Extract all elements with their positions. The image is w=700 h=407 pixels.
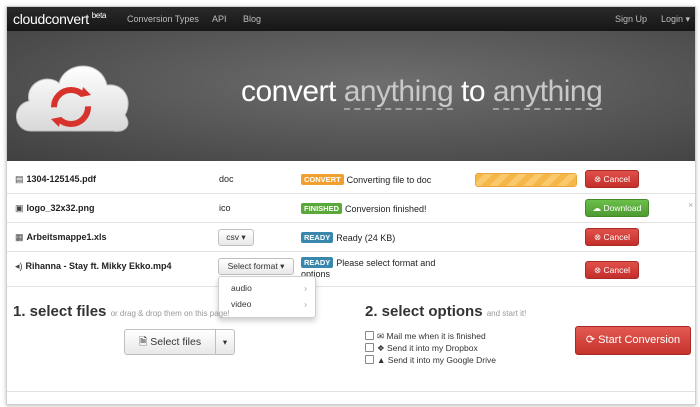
brand-name: cloudconvert <box>13 11 89 27</box>
dropdown-item-audio[interactable]: audio › <box>219 281 315 295</box>
nav-conversion-types[interactable]: Conversion Types <box>127 14 199 24</box>
select-files-heading: 1. select files or drag & drop them on t… <box>13 303 230 320</box>
status-text: Ready (24 KB) <box>336 233 396 243</box>
file-name: logo_32x32.png <box>26 203 95 213</box>
option-google-drive[interactable]: ▲ Send it into my Google Drive <box>365 355 496 365</box>
dropbox-icon: ❖ <box>377 343 385 353</box>
cancel-icon: ⊗ <box>594 265 602 275</box>
download-button[interactable]: ☁ Download <box>585 199 649 217</box>
file-row-xls: ▦ Arbeitsmappe1.xls csv ▾ READY Ready (24 … <box>7 223 695 252</box>
file-name-cell: ▣ logo_32x32.png <box>15 203 95 214</box>
select-options-heading: 2. select options and start it! <box>365 303 526 320</box>
target-format: ico <box>219 203 231 213</box>
dropdown-item-label: video <box>231 299 252 309</box>
document-icon: ▤ <box>15 174 24 184</box>
app-window: cloudconvert beta Conversion Types API Bl… <box>6 6 696 405</box>
select-files-hint: or drag & drop them on this page! <box>110 309 230 318</box>
nav-api[interactable]: API <box>212 14 227 24</box>
file-row-pdf: ▤ 1304-125145.pdf doc CONVERT Converting f… <box>7 165 695 194</box>
speaker-icon: ◂) <box>15 261 23 271</box>
select-options-title: 2. select options <box>365 303 483 320</box>
nav-blog[interactable]: Blog <box>243 14 261 24</box>
refresh-icon: ⟳ <box>585 334 596 346</box>
format-dropdown-menu: audio › video › <box>218 276 316 318</box>
status-cell: READY Ready (24 KB) <box>301 232 441 244</box>
file-row-mp4: ◂) Rihanna - Stay ft. Mikky Ekko.mp4 Sele… <box>7 252 695 287</box>
brand-logo[interactable]: cloudconvert beta <box>13 11 106 27</box>
chevron-down-icon: ▾ <box>685 14 691 24</box>
cloud-convert-icon <box>16 65 129 132</box>
format-select[interactable]: Select format ▾ <box>218 258 294 275</box>
status-text: Converting file to doc <box>346 175 432 185</box>
cancel-label: Cancel <box>603 232 630 242</box>
status-cell: CONVERT Converting file to doc <box>301 174 441 186</box>
close-icon[interactable]: × <box>688 200 693 210</box>
cancel-icon: ⊗ <box>594 174 602 184</box>
nav-sign-up[interactable]: Sign Up <box>615 14 647 24</box>
brand-beta: beta <box>91 11 107 20</box>
chevron-right-icon: › <box>304 283 307 293</box>
status-badge: READY <box>301 257 334 268</box>
google-drive-icon: ▲ <box>377 355 386 365</box>
file-name: 1304-125145.pdf <box>26 174 97 184</box>
option-mail-label: Mail me when it is finished <box>386 331 486 341</box>
chevron-right-icon: › <box>304 299 307 309</box>
footer-divider <box>7 391 695 392</box>
image-icon: ▣ <box>15 203 24 213</box>
file-name-cell: ▦ Arbeitsmappe1.xls <box>15 232 107 243</box>
start-conversion-label: Start Conversion <box>598 334 681 346</box>
table-icon: ▦ <box>15 232 24 242</box>
cancel-label: Cancel <box>603 265 630 275</box>
select-files-dropdown-toggle[interactable]: ▾ <box>215 329 235 355</box>
file-name-cell: ◂) Rihanna - Stay ft. Mikky Ekko.mp4 <box>15 261 172 272</box>
option-google-drive-label: Send it into my Google Drive <box>387 355 496 365</box>
file-name: Arbeitsmappe1.xls <box>26 232 107 242</box>
cancel-button[interactable]: ⊗ Cancel <box>585 170 639 188</box>
top-navbar: cloudconvert beta Conversion Types API Bl… <box>7 7 695 31</box>
select-files-title: 1. select files <box>13 303 107 320</box>
hero-title-convert: convert <box>241 75 344 108</box>
status-badge: FINISHED <box>301 203 343 214</box>
progress-bar <box>475 173 577 187</box>
file-name: Rihanna - Stay ft. Mikky Ekko.mp4 <box>25 261 172 271</box>
hero-title-anything-2: anything <box>492 75 603 110</box>
status-badge: READY <box>301 232 334 243</box>
select-options-hint: and start it! <box>486 309 527 318</box>
start-conversion-button[interactable]: ⟳ Start Conversion <box>575 326 691 355</box>
option-dropbox-label: Send it into my Dropbox <box>387 343 478 353</box>
dropdown-item-label: audio <box>231 283 252 293</box>
cloud-download-icon: ☁ <box>592 203 602 213</box>
select-files-label: Select files <box>150 336 202 348</box>
hero-title-to: to <box>453 75 493 108</box>
cancel-button[interactable]: ⊗ Cancel <box>585 261 639 279</box>
hero-title: convert anything to anything <box>241 75 603 110</box>
option-mail[interactable]: ✉ Mail me when it is finished <box>365 331 486 342</box>
file-row-png: ▣ logo_32x32.png ico FINISHED Conversion f… <box>7 194 695 223</box>
file-icon: 🗎 <box>138 336 148 348</box>
caret-down-icon: ▾ <box>222 337 228 347</box>
file-name-cell: ▤ 1304-125145.pdf <box>15 174 96 185</box>
nav-login[interactable]: Login ▾ <box>661 14 690 25</box>
target-format: doc <box>219 174 234 184</box>
status-cell: READY Please select format and options <box>301 257 437 280</box>
hero-title-anything-1: anything <box>343 75 454 110</box>
mail-checkbox[interactable] <box>365 331 374 340</box>
select-files-button[interactable]: 🗎 Select files <box>124 329 216 355</box>
status-text: Conversion finished! <box>345 204 427 214</box>
google-drive-checkbox[interactable] <box>365 355 374 364</box>
nav-login-label: Login <box>661 14 684 24</box>
cancel-icon: ⊗ <box>594 232 602 242</box>
mail-icon: ✉ <box>377 331 385 341</box>
dropdown-item-video[interactable]: video › <box>219 297 315 311</box>
dropbox-checkbox[interactable] <box>365 343 374 352</box>
download-label: Download <box>603 203 642 213</box>
option-dropbox[interactable]: ❖ Send it into my Dropbox <box>365 343 478 354</box>
format-select-csv[interactable]: csv ▾ <box>218 229 254 246</box>
cancel-button[interactable]: ⊗ Cancel <box>585 228 639 246</box>
status-badge: CONVERT <box>301 174 344 185</box>
hero-banner: convert anything to anything <box>7 31 695 161</box>
cancel-label: Cancel <box>603 174 630 184</box>
status-cell: FINISHED Conversion finished! <box>301 203 441 215</box>
